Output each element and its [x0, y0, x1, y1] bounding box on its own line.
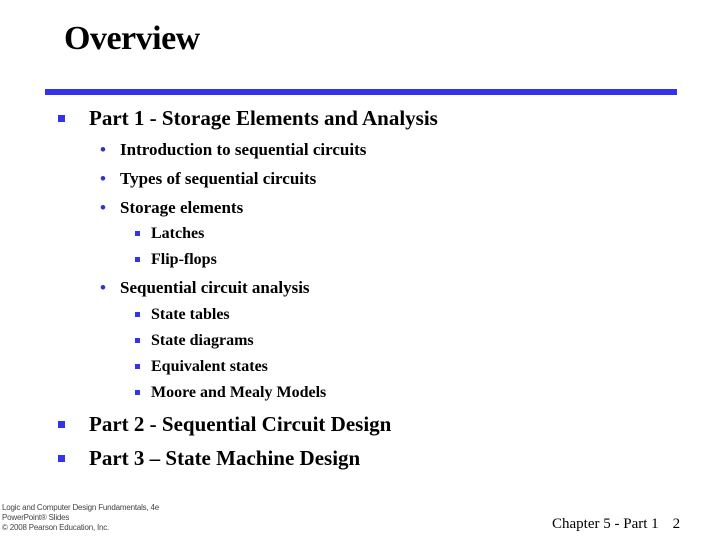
square-bullet-icon: [135, 364, 140, 369]
outline-subsubitem-label: State tables: [151, 306, 230, 323]
title-divider: [45, 89, 677, 95]
round-bullet-icon: •: [100, 140, 106, 159]
outline-item-label: Part 2 - Sequential Circuit Design: [89, 412, 392, 436]
chapter-label: Chapter 5 - Part 1: [552, 516, 659, 532]
outline-subitem-label: Introduction to sequential circuits: [120, 140, 367, 159]
outline-subitem-label: Sequential circuit analysis: [120, 278, 310, 297]
square-bullet-icon: [58, 455, 65, 462]
outline-subsubitem-label: Moore and Mealy Models: [151, 384, 327, 401]
outline-subsubitem-label: Flip-flops: [151, 251, 217, 268]
outline-item-label: Part 1 - Storage Elements and Analysis: [89, 106, 438, 130]
slide-title: Overview: [64, 20, 200, 57]
square-bullet-icon: [58, 421, 65, 428]
outline-subsubitem-label: State diagrams: [151, 332, 254, 349]
copyright-line: Logic and Computer Design Fundamentals, …: [2, 503, 160, 512]
square-bullet-icon: [135, 338, 140, 343]
outline-subsubitem-label: Equivalent states: [151, 358, 268, 375]
slide-footer: Chapter 5 - Part 1 2: [552, 516, 680, 533]
square-bullet-icon: [58, 115, 65, 122]
outline-subitem-label: Storage elements: [120, 198, 244, 217]
square-bullet-icon: [135, 312, 140, 317]
outline-subsubitem-label: Latches: [151, 225, 205, 242]
copyright-notice: Logic and Computer Design Fundamentals, …: [2, 503, 159, 533]
square-bullet-icon: [135, 231, 140, 236]
square-bullet-icon: [135, 257, 140, 262]
page-number: 2: [672, 516, 681, 532]
copyright-line: © 2008 Pearson Education, Inc.: [2, 523, 110, 532]
square-bullet-icon: [135, 390, 140, 395]
round-bullet-icon: •: [100, 169, 106, 188]
copyright-line: PowerPoint® Slides: [2, 513, 70, 522]
outline-subitem-label: Types of sequential circuits: [120, 169, 317, 188]
round-bullet-icon: •: [100, 278, 106, 297]
round-bullet-icon: •: [100, 198, 106, 217]
outline-item-label: Part 3 – State Machine Design: [89, 446, 361, 470]
